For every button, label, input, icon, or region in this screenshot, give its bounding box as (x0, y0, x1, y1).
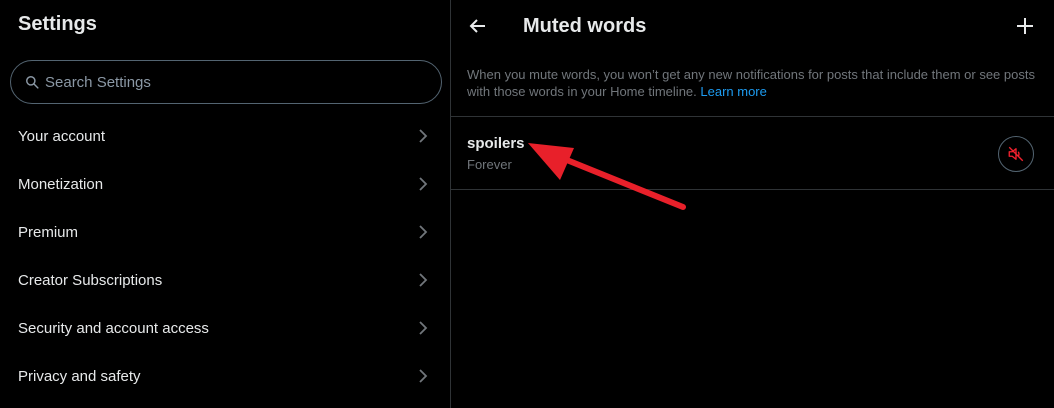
page-title: Muted words (523, 15, 647, 37)
learn-more-link[interactable]: Learn more (700, 84, 766, 99)
settings-item-security[interactable]: Security and account access (0, 304, 450, 352)
settings-title: Settings (18, 13, 97, 35)
chevron-right-icon (419, 321, 428, 335)
settings-item-your-account[interactable]: Your account (0, 112, 450, 160)
annotation-arrow (528, 143, 686, 210)
chevron-right-icon (419, 369, 428, 383)
search-box[interactable] (10, 60, 442, 104)
chevron-right-icon (419, 225, 428, 239)
arrow-left-icon[interactable] (469, 17, 487, 35)
settings-item-label: Privacy and safety (18, 367, 141, 385)
settings-item-premium[interactable]: Premium (0, 208, 450, 256)
chevron-right-icon (419, 273, 428, 287)
settings-item-privacy[interactable]: Privacy and safety (0, 352, 450, 400)
speaker-muted-icon (1008, 146, 1024, 162)
settings-item-monetization[interactable]: Monetization (0, 160, 450, 208)
settings-column: Settings Your account Monetization Premi… (0, 0, 451, 408)
mute-duration: Forever (467, 157, 512, 172)
muted-words-description: When you mute words, you won’t get any n… (467, 66, 1037, 100)
settings-item-label: Premium (18, 223, 79, 241)
settings-item-label: Security and account access (18, 319, 209, 337)
settings-item-label: Creator Subscriptions (18, 271, 163, 289)
chevron-right-icon (419, 177, 428, 191)
settings-item-label: Monetization (18, 175, 104, 193)
search-icon (26, 76, 39, 89)
muted-word: spoilers (467, 135, 525, 152)
settings-item-creator-subscriptions[interactable]: Creator Subscriptions (0, 256, 450, 304)
unmute-button[interactable] (998, 136, 1034, 172)
settings-item-label: Your account (18, 127, 106, 145)
settings-menu: Your account Monetization Premium Creato… (0, 112, 450, 400)
plus-icon[interactable] (1016, 17, 1034, 35)
chevron-right-icon (419, 129, 428, 143)
search-input[interactable] (45, 73, 405, 91)
app-window: Settings Your account Monetization Premi… (0, 0, 1054, 408)
